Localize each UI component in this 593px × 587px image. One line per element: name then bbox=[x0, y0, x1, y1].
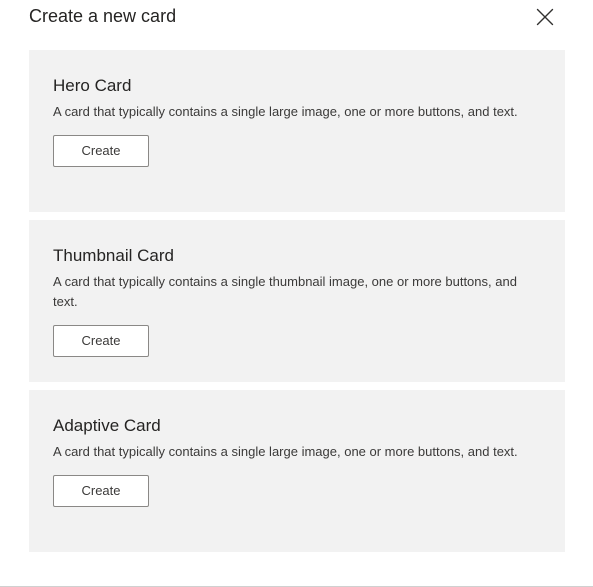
card-description: A card that typically contains a single … bbox=[53, 444, 518, 459]
card-description: A card that typically contains a single … bbox=[53, 104, 518, 119]
card-description: A card that typically contains a single … bbox=[53, 274, 517, 309]
create-adaptive-card-button[interactable]: Create bbox=[53, 475, 149, 507]
card-title: Hero Card bbox=[53, 76, 132, 95]
create-hero-card-button[interactable]: Create bbox=[53, 135, 149, 167]
dialog-title: Create a new card bbox=[29, 6, 177, 26]
thumbnail-card-option: Thumbnail Card A card that typically con… bbox=[29, 220, 565, 382]
adaptive-card-option: Adaptive Card A card that typically cont… bbox=[29, 390, 565, 552]
card-title: Adaptive Card bbox=[53, 416, 161, 435]
create-card-dialog: Create a new card Hero Card A card that … bbox=[0, 0, 593, 587]
close-button[interactable] bbox=[530, 2, 560, 32]
card-list: Hero Card A card that typically contains… bbox=[29, 50, 565, 560]
hero-card-option: Hero Card A card that typically contains… bbox=[29, 50, 565, 212]
close-icon bbox=[536, 8, 554, 26]
card-title: Thumbnail Card bbox=[53, 246, 174, 265]
create-thumbnail-card-button[interactable]: Create bbox=[53, 325, 149, 357]
